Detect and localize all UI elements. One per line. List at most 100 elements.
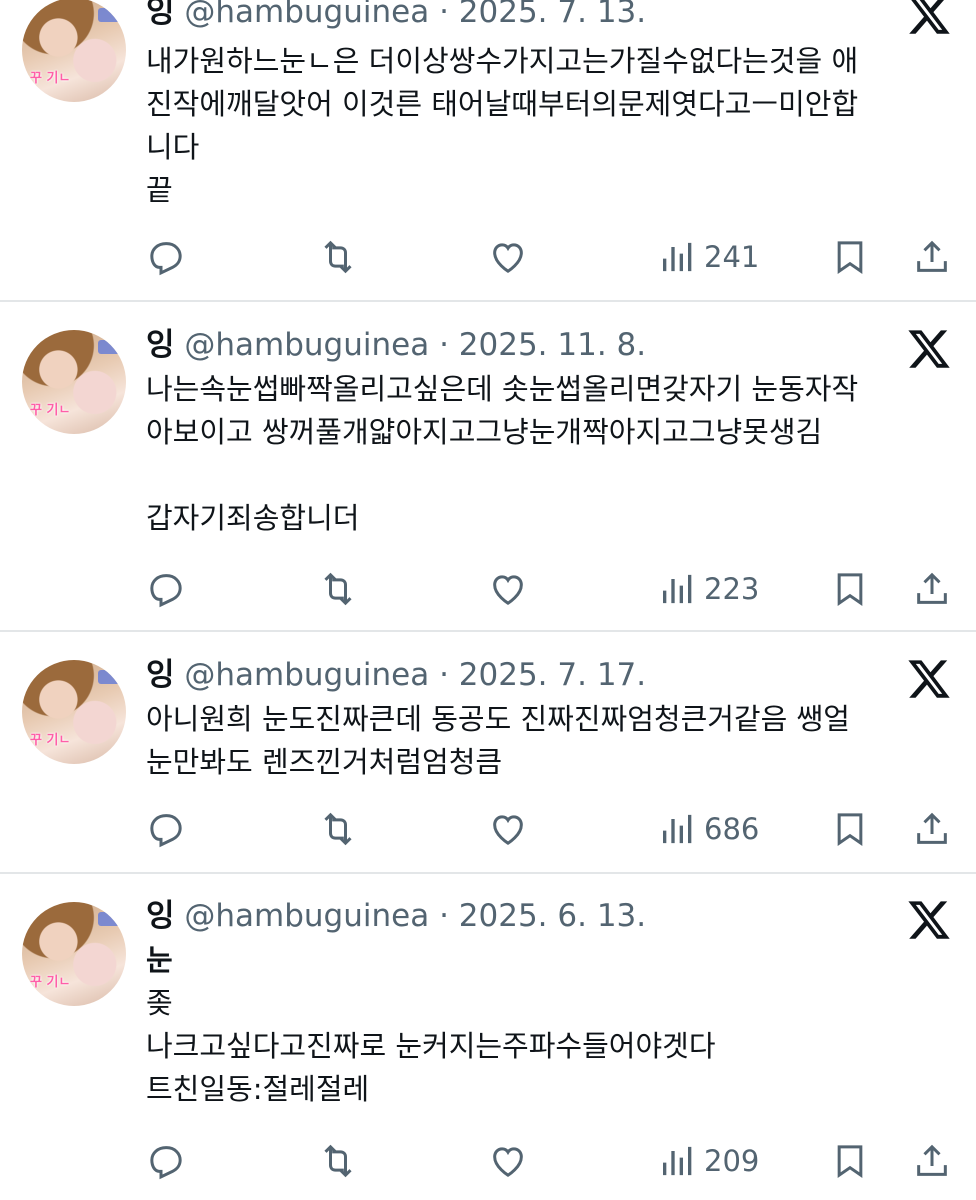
- reply-button[interactable]: [146, 806, 186, 852]
- like-icon: [493, 575, 523, 605]
- reply-button[interactable]: [146, 566, 186, 612]
- tweet-divider: [0, 300, 976, 302]
- bookmark-button[interactable]: [830, 1138, 870, 1184]
- views-icon: [663, 814, 692, 844]
- retweet-icon: [324, 812, 352, 846]
- share-button[interactable]: [912, 1138, 952, 1184]
- tweet-divider: [0, 872, 976, 874]
- separator: ·: [429, 0, 459, 30]
- views-button[interactable]: 686: [658, 806, 759, 852]
- avatar-caption: 꾸 기ㄴ: [30, 975, 71, 990]
- tweet-date[interactable]: 2025. 7. 13.: [459, 0, 646, 30]
- x-logo-icon: [909, 0, 950, 34]
- avatar-badge: [98, 670, 120, 684]
- reply-icon: [150, 242, 182, 276]
- retweet-button[interactable]: [318, 1138, 358, 1184]
- tweet-actions: 209: [0, 1138, 976, 1184]
- views-button[interactable]: 223: [658, 566, 759, 612]
- bookmark-icon: [837, 1145, 863, 1179]
- share-icon: [917, 240, 947, 272]
- avatar-badge: [98, 912, 120, 926]
- view-count: 686: [704, 812, 760, 846]
- like-icon: [493, 243, 523, 273]
- retweet-icon: [324, 1144, 352, 1178]
- handle[interactable]: @hambuguinea: [184, 657, 429, 693]
- retweet-button[interactable]: [318, 806, 358, 852]
- share-button[interactable]: [912, 566, 952, 612]
- x-logo-icon: [908, 330, 950, 368]
- view-count: 223: [704, 572, 760, 606]
- tweet-text: 좆 나크고싶다고진짜로 눈커지는주파수들어야겟다 트친일동:절레절레: [146, 986, 716, 1106]
- tweet-actions: 686: [0, 806, 976, 852]
- share-icon: [917, 1144, 947, 1176]
- display-name[interactable]: 잉: [146, 657, 175, 693]
- like-button[interactable]: [488, 234, 528, 280]
- display-name[interactable]: 잉: [146, 0, 175, 30]
- bookmark-icon: [837, 241, 863, 275]
- reply-icon: [150, 1146, 182, 1180]
- retweet-icon: [324, 240, 352, 274]
- tweet-text: 내가원하느눈ㄴ은 더이상쌍수가지고는가질수없다는것을 애 진작에깨달앗어 이것른…: [146, 44, 859, 207]
- share-icon: [917, 572, 947, 604]
- x-logo-icon: [908, 901, 950, 939]
- reply-button[interactable]: [146, 1138, 186, 1184]
- avatar-caption: 꾸 기ㄴ: [30, 403, 71, 418]
- bookmark-icon: [837, 813, 863, 847]
- views-button[interactable]: 209: [658, 1138, 759, 1184]
- avatar-badge: [98, 340, 120, 354]
- tweet-text: 아니원희 눈도진짜큰데 동공도 진짜진짜엄청큰거같음 쌩얼 눈만봐도 렌즈낀거처…: [146, 702, 850, 779]
- reply-icon: [150, 814, 182, 848]
- bookmark-button[interactable]: [830, 566, 870, 612]
- tweet-actions: 223: [0, 566, 976, 612]
- handle[interactable]: @hambuguinea: [184, 898, 429, 934]
- tweet-date[interactable]: 2025. 7. 17.: [459, 657, 646, 693]
- avatar[interactable]: 꾸 기ㄴ: [22, 660, 126, 764]
- like-button[interactable]: [488, 1138, 528, 1184]
- tweet-date[interactable]: 2025. 11. 8.: [459, 327, 646, 363]
- like-icon: [493, 815, 523, 845]
- views-icon: [663, 242, 692, 272]
- handle[interactable]: @hambuguinea: [184, 0, 429, 30]
- reply-icon: [150, 574, 182, 608]
- tweet-date[interactable]: 2025. 6. 13.: [459, 898, 646, 934]
- x-logo-icon: [908, 660, 950, 698]
- retweet-icon: [324, 572, 352, 606]
- tweet-header: 잉 @hambuguinea · 2025. 7. 13.: [146, 0, 646, 30]
- display-name[interactable]: 잉: [146, 327, 175, 363]
- like-button[interactable]: [488, 806, 528, 852]
- tweet-text-bold: 눈: [146, 943, 173, 977]
- separator: ·: [429, 327, 459, 363]
- views-button[interactable]: 241: [658, 234, 759, 280]
- tweet-actions: 241: [0, 234, 976, 280]
- share-button[interactable]: [912, 806, 952, 852]
- avatar[interactable]: 꾸 기ㄴ: [22, 0, 126, 102]
- view-count: 209: [704, 1144, 760, 1178]
- views-icon: [663, 1146, 692, 1176]
- avatar[interactable]: 꾸 기ㄴ: [22, 902, 126, 1006]
- tweet-header: 잉 @hambuguinea · 2025. 7. 17.: [146, 657, 646, 693]
- avatar[interactable]: 꾸 기ㄴ: [22, 330, 126, 434]
- separator: ·: [429, 657, 459, 693]
- retweet-button[interactable]: [318, 234, 358, 280]
- tweet-text: 나는속눈썹빠짝올리고싶은데 솟눈썹올리면갖자기 눈동자작 아보이고 쌍꺼풀개얇아…: [146, 372, 859, 535]
- tweet-divider: [0, 630, 976, 632]
- like-button[interactable]: [488, 566, 528, 612]
- views-icon: [663, 574, 692, 604]
- handle[interactable]: @hambuguinea: [184, 327, 429, 363]
- avatar-caption: 꾸 기ㄴ: [30, 733, 71, 748]
- display-name[interactable]: 잉: [146, 898, 175, 934]
- avatar-caption: 꾸 기ㄴ: [30, 71, 71, 86]
- bookmark-button[interactable]: [830, 806, 870, 852]
- view-count: 241: [704, 240, 760, 274]
- reply-button[interactable]: [146, 234, 186, 280]
- like-icon: [493, 1147, 523, 1177]
- bookmark-button[interactable]: [830, 234, 870, 280]
- share-button[interactable]: [912, 234, 952, 280]
- share-icon: [917, 812, 947, 844]
- separator: ·: [429, 898, 459, 934]
- tweet-header: 잉 @hambuguinea · 2025. 6. 13.: [146, 898, 646, 934]
- retweet-button[interactable]: [318, 566, 358, 612]
- avatar-badge: [98, 8, 120, 22]
- tweet-header: 잉 @hambuguinea · 2025. 11. 8.: [146, 327, 646, 363]
- bookmark-icon: [837, 573, 863, 607]
